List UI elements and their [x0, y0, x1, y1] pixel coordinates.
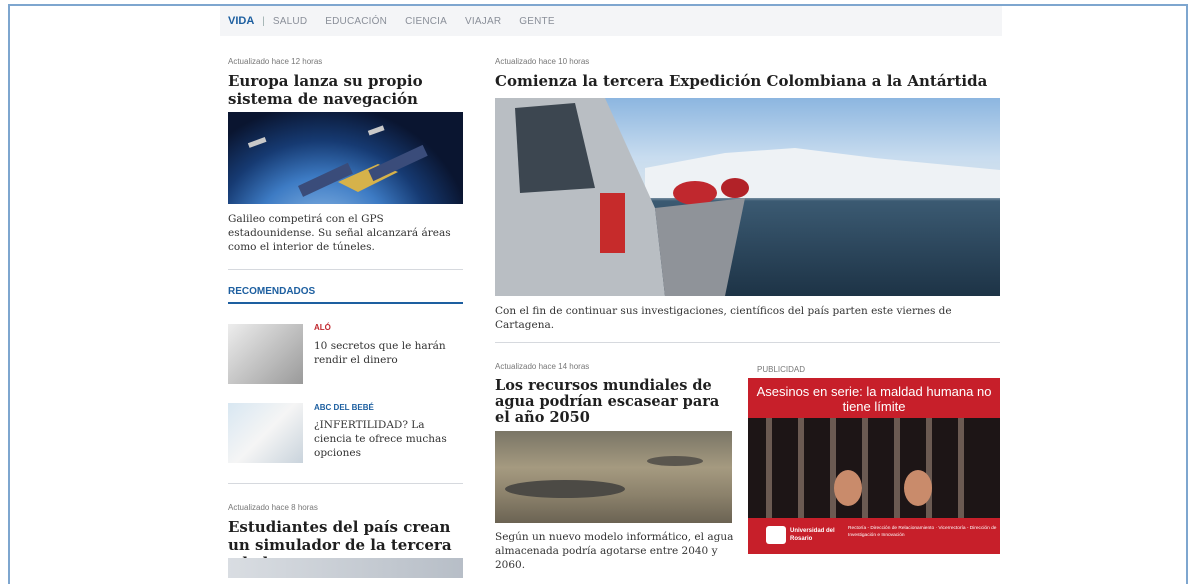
- recommended-item-money[interactable]: 10 secretos que le harán rendir el diner…: [314, 339, 454, 367]
- divider: [228, 483, 463, 484]
- divider: [495, 342, 1000, 343]
- divider: [228, 269, 463, 270]
- nav-item-educacion[interactable]: EDUCACIÓN: [325, 16, 387, 27]
- main-article-summary: Con el fin de continuar sus investigacio…: [495, 305, 952, 331]
- ad-university: Universidad del Rosario: [790, 528, 835, 542]
- main-article-image[interactable]: [495, 98, 1000, 296]
- recommended-image-money[interactable]: [228, 324, 303, 384]
- prison-bars-illustration: [748, 418, 1000, 518]
- recommended-image-baby[interactable]: [228, 403, 303, 463]
- main-article-title[interactable]: Comienza la tercera Expedición Colombian…: [495, 72, 1000, 90]
- lungfish-photo-illustration: [505, 456, 703, 498]
- recommended-category-alo[interactable]: ALÓ: [314, 323, 331, 332]
- ad-headline: Asesinos en serie: la maldad humana no t…: [756, 384, 992, 414]
- article3-summary: Según un nuevo modelo informático, el ag…: [495, 531, 734, 571]
- main-article-timestamp: Actualizado hace 10 horas: [495, 57, 590, 66]
- nav-item-vida[interactable]: VIDA: [228, 15, 254, 27]
- nav-separator: |: [262, 15, 265, 27]
- ad-footer: Rectoría - Dirección de Relacionamiento …: [848, 526, 997, 538]
- satellite-illustration: [247, 125, 428, 197]
- section-nav: VIDA | SALUD EDUCACIÓN CIENCIA VIAJAR GE…: [220, 6, 1002, 36]
- article3-title[interactable]: Los recursos mundiales de agua podrían e…: [495, 378, 727, 426]
- university-logo-icon: [766, 526, 786, 544]
- ad-label: PUBLICIDAD: [757, 365, 806, 374]
- nav-item-salud[interactable]: SALUD: [273, 16, 307, 27]
- article1-image[interactable]: [228, 112, 463, 204]
- news-page: VIDA | SALUD EDUCACIÓN CIENCIA VIAJAR GE…: [220, 6, 1002, 581]
- advertisement[interactable]: Asesinos en serie: la maldad humana no t…: [748, 378, 1000, 554]
- article4-timestamp: Actualizado hace 8 horas: [228, 503, 318, 512]
- recommended-heading: RECOMENDADOS: [228, 286, 316, 297]
- recommended-underline: [228, 302, 463, 304]
- article3-image[interactable]: [495, 431, 732, 523]
- article1-summary: Galileo competirá con el GPS estadounide…: [228, 213, 451, 253]
- article1-title[interactable]: Europa lanza su propio sistema de navega…: [228, 72, 458, 108]
- article3-timestamp: Actualizado hace 14 horas: [495, 362, 590, 371]
- article4-image[interactable]: [228, 558, 463, 578]
- article1-timestamp: Actualizado hace 12 horas: [228, 57, 323, 66]
- recommended-category-abc-bebe[interactable]: ABC DEL BEBÉ: [314, 403, 374, 412]
- expedition-photo-illustration: [495, 98, 1000, 296]
- nav-item-viajar[interactable]: VIAJAR: [465, 16, 501, 27]
- nav-item-gente[interactable]: GENTE: [519, 16, 554, 27]
- nav-item-ciencia[interactable]: CIENCIA: [405, 16, 447, 27]
- recommended-item-infertility[interactable]: ¿INFERTILIDAD? La ciencia te ofrece much…: [314, 418, 454, 460]
